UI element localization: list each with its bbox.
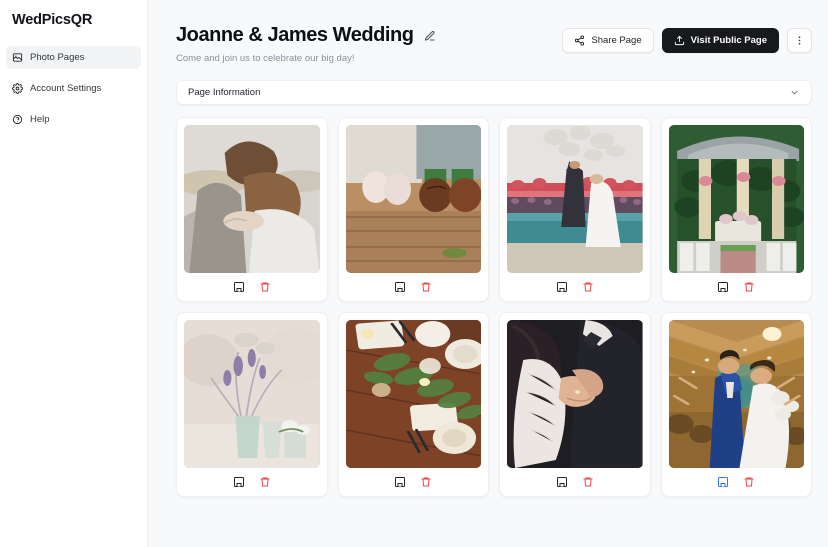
help-circle-icon <box>12 114 23 125</box>
photo-card <box>499 312 651 497</box>
download-image-icon[interactable] <box>556 476 568 488</box>
photo-card-actions <box>184 273 320 301</box>
visit-public-page-label: Visit Public Page <box>690 35 767 46</box>
photo-card <box>499 117 651 302</box>
chevron-down-icon <box>789 87 800 98</box>
sidebar: WedPicsQR Photo Pages Account Settings H… <box>0 0 148 547</box>
trash-icon[interactable] <box>259 476 271 488</box>
trash-icon[interactable] <box>420 476 432 488</box>
page-title: Joanne & James Wedding <box>176 24 414 46</box>
app-root: WedPicsQR Photo Pages Account Settings H… <box>0 0 828 547</box>
photo-card <box>660 117 812 302</box>
header-actions: Share Page Visit Public Page <box>562 22 812 53</box>
share-page-label: Share Page <box>591 35 642 46</box>
photo-thumbnail[interactable] <box>507 320 643 468</box>
download-image-icon[interactable] <box>233 476 245 488</box>
photo-thumbnail[interactable] <box>184 125 320 273</box>
photo-thumbnail[interactable] <box>184 320 320 468</box>
photo-card-actions <box>669 273 805 301</box>
gear-icon <box>12 83 23 94</box>
sidebar-nav: Photo Pages Account Settings Help <box>0 42 147 131</box>
app-brand: WedPicsQR <box>12 12 93 28</box>
download-image-icon[interactable] <box>394 281 406 293</box>
photo-grid <box>176 117 812 497</box>
download-image-icon[interactable] <box>717 281 729 293</box>
photo-card-actions <box>184 468 320 496</box>
photo-card <box>176 312 328 497</box>
title-line: Joanne & James Wedding <box>176 24 438 47</box>
photo-card <box>337 312 489 497</box>
photo-card-actions <box>346 273 482 301</box>
photo-card <box>176 117 328 302</box>
page-subtitle: Come and join us to celebrate our big da… <box>176 53 355 64</box>
upload-icon <box>674 35 685 46</box>
photo-thumbnail[interactable] <box>345 125 481 273</box>
trash-icon[interactable] <box>743 476 755 488</box>
photo-card-actions <box>507 273 643 301</box>
sidebar-item-label: Photo Pages <box>30 52 85 63</box>
download-image-icon[interactable] <box>556 281 568 293</box>
photo-card <box>660 312 812 497</box>
page-header: Joanne & James Wedding Come and join us … <box>176 22 812 64</box>
trash-icon[interactable] <box>582 476 594 488</box>
sidebar-item-photo-pages[interactable]: Photo Pages <box>6 46 141 69</box>
trash-icon[interactable] <box>582 281 594 293</box>
trash-icon[interactable] <box>743 281 755 293</box>
sidebar-item-label: Account Settings <box>30 83 102 94</box>
page-information-accordion[interactable]: Page Information <box>176 80 812 105</box>
photo-card-actions <box>669 468 805 496</box>
photo-thumbnail[interactable] <box>345 320 481 468</box>
photo-card-actions <box>507 468 643 496</box>
image-icon <box>12 52 23 63</box>
sidebar-item-account-settings[interactable]: Account Settings <box>6 77 141 100</box>
share-page-button[interactable]: Share Page <box>562 28 654 53</box>
trash-icon[interactable] <box>259 281 271 293</box>
photo-thumbnail[interactable] <box>668 125 804 273</box>
visit-public-page-button[interactable]: Visit Public Page <box>661 28 779 53</box>
download-image-icon[interactable] <box>394 476 406 488</box>
title-block: Joanne & James Wedding Come and join us … <box>176 22 438 64</box>
pencil-icon[interactable] <box>423 28 438 43</box>
photo-thumbnail[interactable] <box>507 125 643 273</box>
sidebar-item-label: Help <box>30 114 50 125</box>
more-options-button[interactable] <box>787 28 812 53</box>
main-content: Joanne & James Wedding Come and join us … <box>148 0 828 547</box>
photo-thumbnail[interactable] <box>668 320 804 468</box>
share-icon <box>574 35 585 46</box>
photo-card <box>337 117 489 302</box>
more-vertical-icon <box>794 35 805 46</box>
download-image-icon[interactable] <box>717 476 729 488</box>
accordion-label: Page Information <box>188 87 261 98</box>
sidebar-item-help[interactable]: Help <box>6 108 141 131</box>
trash-icon[interactable] <box>420 281 432 293</box>
photo-card-actions <box>346 468 482 496</box>
download-image-icon[interactable] <box>233 281 245 293</box>
